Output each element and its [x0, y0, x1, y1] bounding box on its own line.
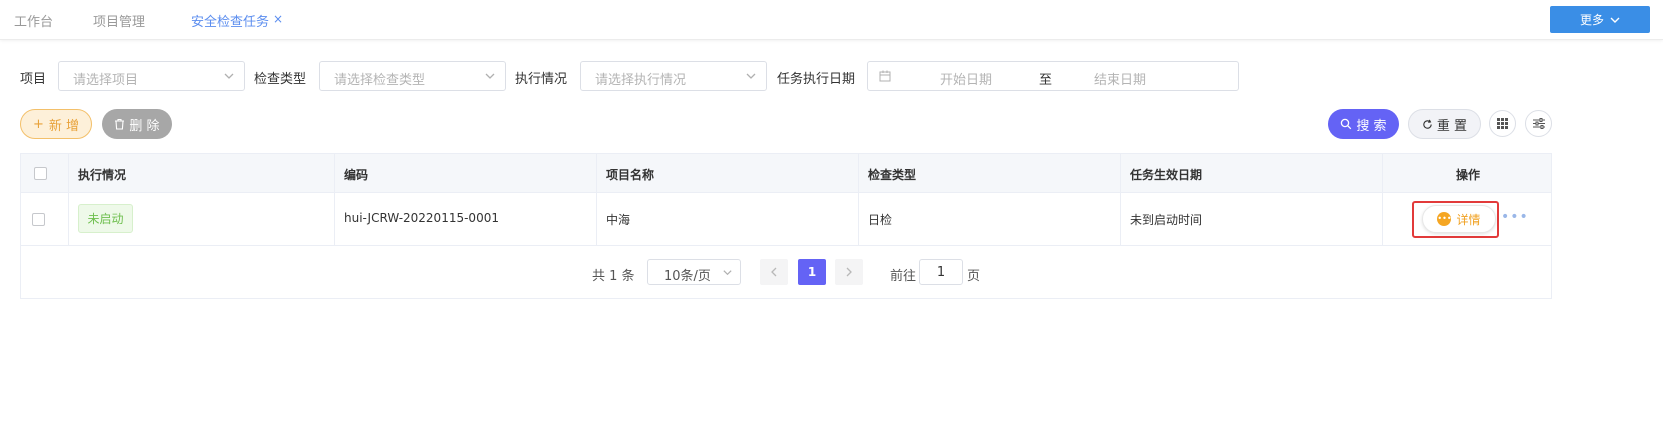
date-separator: 至	[1039, 73, 1053, 88]
delete-button[interactable]: 删 除	[102, 109, 172, 139]
row-checkbox[interactable]	[32, 213, 45, 226]
add-button-label: 新 增	[48, 118, 80, 134]
date-filter-label: 任务执行日期	[777, 72, 856, 87]
chevron-down-icon	[224, 73, 234, 79]
check-type-select[interactable]: 请选择检查类型	[319, 61, 506, 91]
chevron-down-icon	[485, 73, 495, 79]
more-actions-icon[interactable]: •••	[1501, 209, 1529, 225]
sliders-icon	[1532, 118, 1545, 129]
cell-project: 中海	[606, 213, 631, 227]
detail-button-label: 详情	[1456, 212, 1481, 227]
tab-safety-inspection[interactable]: 安全检查任务	[191, 11, 269, 30]
end-date-input[interactable]: 结束日期	[1094, 69, 1146, 88]
reset-button-label: 重 置	[1436, 118, 1468, 134]
goto-label: 前往	[890, 269, 917, 284]
project-filter-label: 项目	[20, 72, 47, 87]
table-header: 执行情况 编码 项目名称 检查类型 任务生效日期 操作	[21, 154, 1551, 193]
more-button[interactable]: 更多	[1550, 6, 1650, 33]
chevron-down-icon	[723, 270, 732, 276]
tab-close-icon[interactable]: ×	[273, 12, 283, 26]
cell-code: hui-JCRW-20220115-0001	[344, 211, 499, 225]
filter-settings-button[interactable]	[1525, 110, 1552, 137]
column-header-status: 执行情况	[78, 168, 127, 182]
start-date-input[interactable]: 开始日期	[940, 69, 992, 88]
tab-project-management[interactable]: 项目管理	[93, 11, 145, 30]
select-all-checkbox[interactable]	[34, 167, 47, 180]
calendar-icon	[879, 70, 891, 82]
project-select-placeholder: 请选择项目	[73, 73, 139, 88]
search-button-label: 搜 索	[1356, 118, 1387, 134]
page-suffix-label: 页	[967, 269, 981, 284]
cell-check-type: 日检	[868, 213, 893, 227]
page-number-current[interactable]: 1	[798, 259, 826, 285]
table-row[interactable]: 未启动 hui-JCRW-20220115-0001 中海 日检 未到启动时间 …	[21, 193, 1551, 246]
delete-button-label: 删 除	[129, 118, 160, 134]
status-badge: 未启动	[78, 204, 133, 233]
reset-button[interactable]: 重 置	[1408, 109, 1481, 139]
column-header-actions: 操作	[1456, 168, 1481, 182]
refresh-icon	[1423, 119, 1432, 129]
date-range-picker[interactable]: 开始日期 至 结束日期	[867, 61, 1239, 91]
more-button-label: 更多	[1579, 13, 1604, 27]
prev-page-button[interactable]	[760, 259, 788, 285]
tab-workbench[interactable]: 工作台	[14, 11, 53, 30]
search-button[interactable]: 搜 索	[1328, 109, 1399, 139]
chevron-right-icon	[846, 267, 852, 277]
search-icon	[1341, 118, 1352, 130]
page-size-select[interactable]: 10条/页	[647, 259, 741, 285]
project-select[interactable]: 请选择项目	[58, 61, 245, 91]
check-type-select-placeholder: 请选择检查类型	[334, 73, 426, 88]
goto-page-input[interactable]	[919, 259, 963, 285]
page-size-value: 10条/页	[664, 269, 711, 284]
status-filter-label: 执行情况	[515, 72, 568, 87]
column-header-check-type: 检查类型	[868, 168, 917, 182]
trash-icon	[115, 118, 125, 130]
ellipsis-circle-icon: •••	[1437, 212, 1452, 226]
column-settings-button[interactable]	[1489, 110, 1516, 137]
status-select[interactable]: 请选择执行情况	[580, 61, 767, 91]
plus-icon: +	[32, 116, 44, 132]
grid-icon	[1497, 118, 1508, 129]
column-header-code: 编码	[344, 168, 369, 182]
chevron-down-icon	[746, 73, 756, 79]
pagination-total: 共 1 条	[592, 269, 635, 284]
chevron-left-icon	[771, 267, 777, 277]
add-button[interactable]: + 新 增	[20, 109, 92, 139]
tab-bar: 工作台 项目管理 安全检查任务 × 更多	[0, 0, 1663, 40]
detail-button[interactable]: ••• 详情	[1422, 205, 1496, 233]
next-page-button[interactable]	[835, 259, 863, 285]
column-header-effective-date: 任务生效日期	[1130, 168, 1203, 182]
chevron-down-icon	[1610, 17, 1620, 23]
cell-effective-date: 未到启动时间	[1130, 213, 1203, 227]
check-type-filter-label: 检查类型	[254, 72, 307, 87]
status-select-placeholder: 请选择执行情况	[595, 73, 687, 88]
column-header-project: 项目名称	[606, 168, 655, 182]
